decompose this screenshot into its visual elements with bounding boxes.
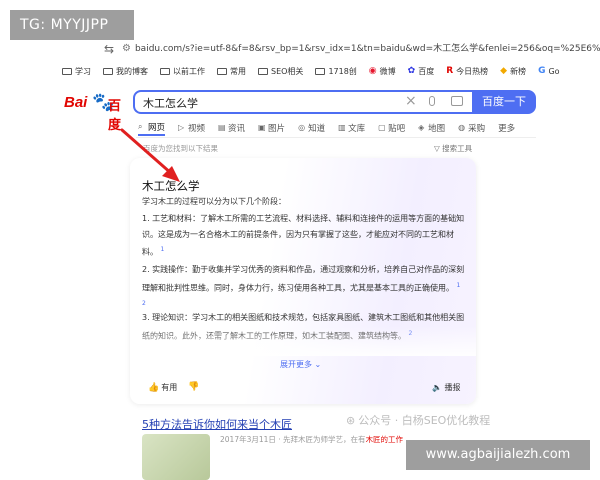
tab-label: 资讯 xyxy=(228,124,246,134)
result-thumbnail[interactable] xyxy=(142,434,210,480)
bookmark-label: 常用 xyxy=(230,66,246,76)
tab-news[interactable]: ▤ 资讯 xyxy=(218,120,245,136)
red-arrow-annotation xyxy=(120,128,180,182)
tab-shop[interactable]: ◍ 采购 xyxy=(458,120,485,136)
chevron-down-icon: ⌄ xyxy=(314,360,322,369)
tab-forum[interactable]: ▢ 贴吧 xyxy=(378,120,405,136)
folder-icon xyxy=(62,67,72,75)
bookmark-label: 学习 xyxy=(75,66,91,76)
tab-label: 文库 xyxy=(348,124,366,134)
bookmark-label: 我的博客 xyxy=(116,66,148,76)
bookmark-label: 今日热榜 xyxy=(456,66,489,76)
map-icon: ◈ xyxy=(418,123,425,132)
folder-icon xyxy=(103,67,113,75)
tab-image[interactable]: ▣ 图片 xyxy=(258,120,285,136)
folder-icon xyxy=(258,67,268,75)
useful-button[interactable]: 👍 有用 xyxy=(148,382,177,393)
bookmark-item[interactable]: 我的博客 xyxy=(103,62,148,80)
bookmark-label: 微博 xyxy=(379,66,396,76)
shop-icon: ◍ xyxy=(458,123,466,132)
tab-label: 采购 xyxy=(468,124,486,134)
bookmark-label: 1718创 xyxy=(328,66,357,76)
xinbang-icon: ◆ xyxy=(500,66,508,76)
search-button[interactable]: 百度一下 xyxy=(472,90,536,114)
search-input[interactable]: 木工怎么学 × xyxy=(133,90,472,114)
bookmark-item[interactable]: ✿ 百度 xyxy=(408,62,435,80)
microphone-icon[interactable] xyxy=(429,96,435,106)
result-link[interactable]: 5种方法告诉你如何来当个木匠 xyxy=(142,416,292,432)
wechat-icon: ⊛ xyxy=(346,414,356,427)
watermark-bottom: www.agbaijialezh.com xyxy=(406,440,590,470)
tab-label: 知道 xyxy=(308,124,326,134)
question-icon: ◎ xyxy=(298,123,306,132)
list-item: 1. 工艺和材料：了解木工所需的工艺流程、材料选择、辅料和连接件的运用等方面的基… xyxy=(142,214,465,257)
watermark-top: TG: MYYJJPP xyxy=(10,10,134,40)
search-tabs: ⌕ 网页 ▷ 视频 ▤ 资讯 ▣ 图片 ◎ 知道 ▥ 文库 ▢ 贴吧 ◈ 地图 ◍ 采购 更多 xyxy=(138,120,538,136)
news-icon: ▤ xyxy=(218,123,226,132)
clear-icon[interactable]: × xyxy=(405,93,417,109)
forum-icon: ▢ xyxy=(378,123,386,132)
bookmark-item[interactable]: SEO相关 xyxy=(258,62,303,80)
thumbs-up-icon: 👍 xyxy=(148,383,160,393)
thumbs-down-icon[interactable]: 👎 xyxy=(188,382,199,392)
tab-doc[interactable]: ▥ 文库 xyxy=(338,120,365,136)
ai-answer-card: 木工怎么学 学习木工的过程可以分为以下几个阶段： 1. 工艺和材料：了解木工所需… xyxy=(130,158,476,404)
card-footer: 👍 有用 👎 🔈 播报 xyxy=(130,378,476,404)
reload-icon[interactable]: ⇆ xyxy=(104,42,114,56)
tab-map[interactable]: ◈ 地图 xyxy=(418,120,445,136)
bookmark-label: 新榜 xyxy=(510,66,527,76)
tab-label: 更多 xyxy=(498,124,516,134)
search-tools-button[interactable]: ▽ 搜索工具 xyxy=(434,143,472,154)
bookmark-item[interactable]: ◉ 微博 xyxy=(369,62,396,80)
tabs-divider xyxy=(136,137,536,138)
baidu-paw-icon: ✿ xyxy=(407,66,416,76)
camera-icon[interactable] xyxy=(451,96,463,106)
bookmark-item[interactable]: 学习 xyxy=(62,62,91,80)
tab-label: 贴吧 xyxy=(388,124,406,134)
bookmark-item[interactable]: R 今日热榜 xyxy=(446,62,488,80)
image-icon: ▣ xyxy=(258,123,266,132)
speaker-icon: 🔈 xyxy=(432,383,442,392)
bookmark-label: Go xyxy=(548,66,560,76)
weibo-icon: ◉ xyxy=(368,66,377,76)
url-text: baidu.com/s?ie=utf-8&f=8&rsv_bp=1&rsv_id… xyxy=(134,44,600,54)
bookmark-label: 以前工作 xyxy=(173,66,205,76)
search-query[interactable]: 木工怎么学 xyxy=(143,95,198,111)
folder-icon xyxy=(315,67,326,75)
bookmark-label: SEO相关 xyxy=(271,66,304,76)
bookmark-item[interactable]: G Go xyxy=(538,62,559,80)
doc-icon: ▥ xyxy=(338,123,346,132)
bookmark-item[interactable]: ◆ 新榜 xyxy=(500,62,526,80)
speak-button[interactable]: 🔈 播报 xyxy=(432,382,461,393)
tab-label: 视频 xyxy=(188,124,206,134)
bookmark-item[interactable]: 1718创 xyxy=(315,62,357,80)
filter-icon: ▽ xyxy=(434,144,443,153)
tab-label: 地图 xyxy=(428,124,446,134)
site-info-icon[interactable]: ⚙ xyxy=(122,40,131,58)
google-icon: G xyxy=(538,66,546,76)
bookmark-item[interactable]: 以前工作 xyxy=(160,62,205,80)
citation-ref[interactable]: 1 xyxy=(161,246,165,253)
card-intro: 学习木工的过程可以分为以下几个阶段： xyxy=(142,197,286,206)
tab-more[interactable]: 更多 xyxy=(498,120,515,136)
result-snippet: 2017年3月11日 · 先拜木匠为师学艺，在有木匠的工作 xyxy=(220,435,404,444)
folder-icon xyxy=(160,67,170,75)
bookmark-item[interactable]: 常用 xyxy=(217,62,246,80)
baidu-logo[interactable]: Bai 🐾 百度 xyxy=(64,92,128,133)
watermark-mid: ⊛ 公众号 · 白杨SEO优化教程 xyxy=(346,414,491,427)
folder-icon xyxy=(217,67,227,75)
bookmarks-bar: 学习 我的博客 以前工作 常用 SEO相关 1718创 ◉ 微博 ✿ 百度 R 今日热榜 ◆ 新榜 G Go xyxy=(62,62,600,80)
tab-label: 图片 xyxy=(268,124,286,134)
address-bar[interactable]: ⚙ baidu.com/s?ie=utf-8&f=8&rsv_bp=1&rsv_i… xyxy=(122,40,600,58)
list-item: 2. 实践操作：勤于收集并学习优秀的资料和作品，通过观察和分析，培养自己对作品的… xyxy=(142,265,465,307)
tab-question[interactable]: ◎ 知道 xyxy=(298,120,325,136)
bookmark-label: 百度 xyxy=(418,66,435,76)
content-fade xyxy=(130,326,476,356)
r-icon: R xyxy=(446,66,454,76)
expand-more-button[interactable]: 展开更多 ⌄ xyxy=(280,359,321,370)
